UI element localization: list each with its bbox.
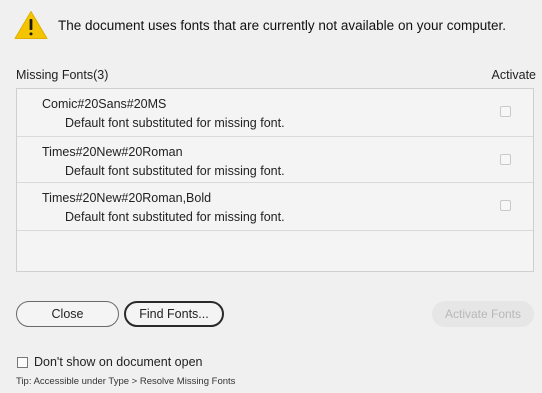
missing-fonts-header: Missing Fonts(3) Activate xyxy=(16,68,536,84)
activate-column-header: Activate xyxy=(491,68,536,82)
find-fonts-button[interactable]: Find Fonts... xyxy=(124,301,224,327)
activate-fonts-button[interactable]: Activate Fonts xyxy=(432,301,534,327)
warning-triangle-icon xyxy=(14,11,48,39)
font-description: Default font substituted for missing fon… xyxy=(65,116,285,130)
warning-message: The document uses fonts that are current… xyxy=(58,17,506,33)
activate-checkbox[interactable] xyxy=(500,200,511,211)
font-name: Times#20New#20Roman,Bold xyxy=(42,191,212,205)
activate-checkbox[interactable] xyxy=(500,154,511,165)
close-button[interactable]: Close xyxy=(16,301,119,327)
list-item[interactable]: Times#20New#20Roman Default font substit… xyxy=(17,137,533,183)
activate-checkbox[interactable] xyxy=(500,106,511,117)
dont-show-checkbox[interactable] xyxy=(17,356,28,368)
font-description: Default font substituted for missing fon… xyxy=(65,210,285,224)
list-item[interactable]: Comic#20Sans#20MS Default font substitut… xyxy=(17,89,533,137)
font-name: Times#20New#20Roman xyxy=(42,145,183,159)
missing-fonts-list[interactable]: Comic#20Sans#20MS Default font substitut… xyxy=(16,88,534,272)
tip-text: Tip: Accessible under Type > Resolve Mis… xyxy=(16,376,236,387)
list-item[interactable]: Times#20New#20Roman,Bold Default font su… xyxy=(17,183,533,231)
dont-show-option[interactable]: Don't show on document open xyxy=(17,355,202,369)
missing-fonts-title: Missing Fonts(3) xyxy=(16,68,109,82)
font-description: Default font substituted for missing fon… xyxy=(65,164,285,178)
font-name: Comic#20Sans#20MS xyxy=(42,97,167,111)
warning-row: The document uses fonts that are current… xyxy=(14,6,506,44)
dont-show-label: Don't show on document open xyxy=(34,355,203,369)
